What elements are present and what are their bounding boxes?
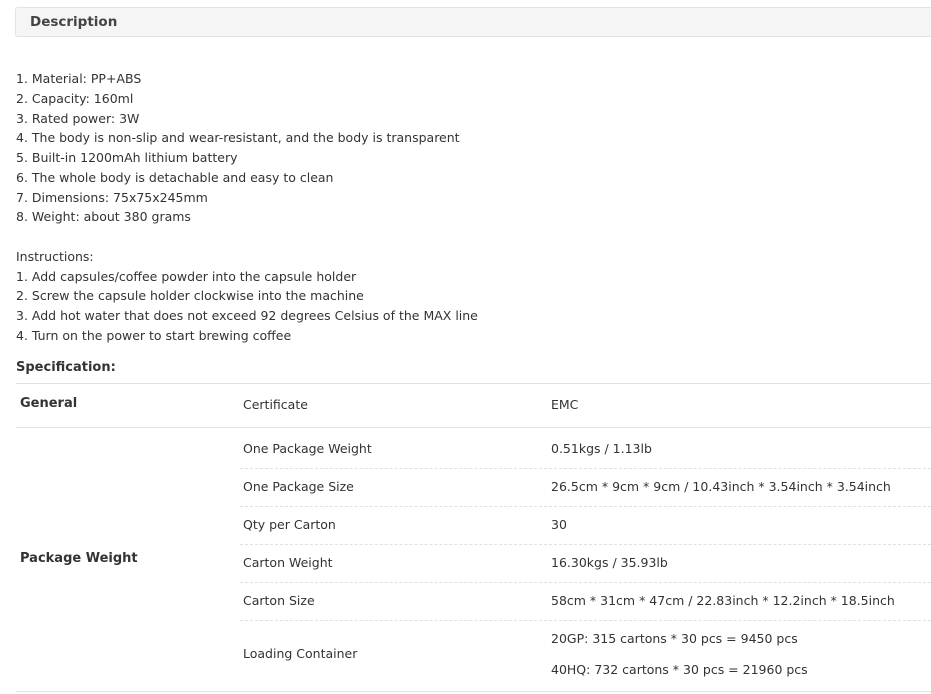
spec-value: 0.51kgs / 1.13lb (551, 441, 652, 456)
spec-value: 20GP: 315 cartons * 30 pcs = 9450 pcs (551, 631, 798, 646)
instruction-item: 2. Screw the capsule holder clockwise in… (16, 288, 364, 304)
spec-value: EMC (551, 397, 579, 412)
spec-label: Qty per Carton (243, 517, 336, 532)
row-divider (240, 506, 931, 507)
feature-item: 4. The body is non-slip and wear-resista… (16, 130, 460, 146)
description-title: Description (30, 14, 118, 30)
description-body: 1. Material: PP+ABS 2. Capacity: 160ml 3… (16, 69, 478, 346)
spec-label: Loading Container (243, 646, 358, 661)
table-divider (16, 427, 931, 428)
instruction-item: 4. Turn on the power to start brewing co… (16, 327, 292, 343)
spec-value: 58cm * 31cm * 47cm / 22.83inch * 12.2inc… (551, 593, 895, 608)
table-divider (16, 383, 931, 384)
spec-label: Carton Size (243, 593, 315, 608)
instruction-item: 1. Add capsules/coffee powder into the c… (16, 268, 357, 284)
feature-item: 6. The whole body is detachable and easy… (16, 169, 334, 185)
group-label-package-weight: Package Weight (20, 551, 138, 566)
feature-item: 5. Built-in 1200mAh lithium battery (16, 150, 238, 165)
spec-label: Certificate (243, 397, 308, 412)
feature-item: 7. Dimensions: 75x75x245mm (16, 189, 208, 205)
spec-value: 30 (551, 517, 567, 532)
row-divider (240, 620, 931, 621)
feature-item: 1. Material: PP+ABS (16, 71, 142, 86)
row-divider (240, 544, 931, 545)
row-divider (240, 582, 931, 583)
row-divider (240, 468, 931, 469)
spec-label: Carton Weight (243, 555, 333, 570)
spec-value: 40HQ: 732 cartons * 30 pcs = 21960 pcs (551, 662, 808, 677)
spec-label: One Package Size (243, 479, 354, 494)
description-header: Description (15, 7, 931, 37)
instructions-heading: Instructions: (16, 248, 94, 264)
specification-title: Specification: (16, 360, 116, 375)
feature-item: 2. Capacity: 160ml (16, 90, 134, 106)
spec-value: 16.30kgs / 35.93lb (551, 555, 668, 570)
feature-item: 8. Weight: about 380 grams (16, 209, 191, 225)
group-label-general: General (20, 396, 78, 411)
feature-item: 3. Rated power: 3W (16, 110, 140, 126)
instruction-item: 3. Add hot water that does not exceed 92… (16, 308, 478, 323)
spec-value: 26.5cm * 9cm * 9cm / 10.43inch * 3.54inc… (551, 479, 891, 494)
table-divider (16, 691, 931, 692)
spec-label: One Package Weight (243, 441, 372, 456)
